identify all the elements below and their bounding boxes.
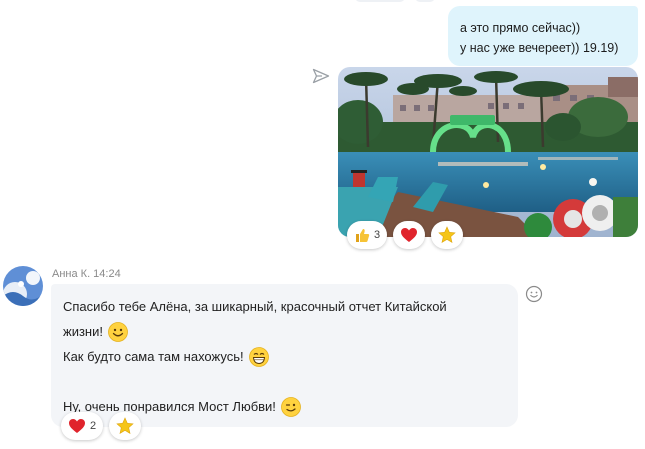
sent-icon bbox=[312, 68, 330, 84]
reaction-star[interactable] bbox=[109, 412, 142, 440]
star-icon bbox=[438, 226, 456, 244]
star-icon bbox=[116, 417, 134, 435]
reaction-heart[interactable] bbox=[393, 221, 426, 249]
message-line: Как будто сама там нахожусь! bbox=[63, 344, 506, 369]
avatar-image bbox=[3, 266, 43, 306]
reaction-count: 3 bbox=[374, 229, 381, 241]
heart-icon bbox=[69, 419, 85, 433]
incoming-reactions: 2 bbox=[61, 412, 142, 440]
sender-name-time: Анна К. 14:24 bbox=[52, 268, 121, 280]
photo-reactions: 3 bbox=[347, 221, 464, 249]
message-text: Как будто сама там нахожусь! bbox=[63, 349, 244, 364]
add-reaction-icon[interactable] bbox=[525, 285, 543, 303]
reaction-heart[interactable]: 2 bbox=[61, 412, 104, 440]
reaction-star[interactable] bbox=[431, 221, 464, 249]
message-text: жизни! bbox=[63, 324, 103, 339]
incoming-message-bubble[interactable]: Спасибо тебе Алёна, за шикарный, красочн… bbox=[51, 284, 518, 427]
message-line: жизни! bbox=[63, 319, 506, 344]
previous-message-edge bbox=[415, 0, 435, 2]
avatar[interactable] bbox=[3, 266, 43, 306]
thumbs-up-icon bbox=[356, 229, 370, 242]
message-text: Спасибо тебе Алёна, за шикарный, красочн… bbox=[63, 299, 447, 314]
message-line: а это прямо сейчас)) bbox=[460, 21, 581, 35]
previous-message-edge bbox=[355, 0, 405, 2]
reaction-count: 2 bbox=[90, 420, 97, 432]
photo-message[interactable] bbox=[338, 67, 638, 237]
laugh-emoji-icon bbox=[248, 346, 269, 367]
smile-emoji-icon bbox=[108, 321, 128, 342]
reaction-thumbs-up[interactable]: 3 bbox=[347, 221, 388, 249]
empty-line bbox=[63, 369, 506, 394]
resort-pool-photo bbox=[338, 67, 638, 237]
wink-emoji-icon bbox=[281, 396, 301, 417]
message-line: Спасибо тебе Алёна, за шикарный, красочн… bbox=[63, 294, 506, 319]
outgoing-message-bubble[interactable]: а это прямо сейчас)) у нас уже вечереет)… bbox=[448, 6, 638, 66]
message-line: у нас уже вечереет)) 19.19) bbox=[460, 41, 619, 55]
heart-icon bbox=[401, 228, 418, 242]
